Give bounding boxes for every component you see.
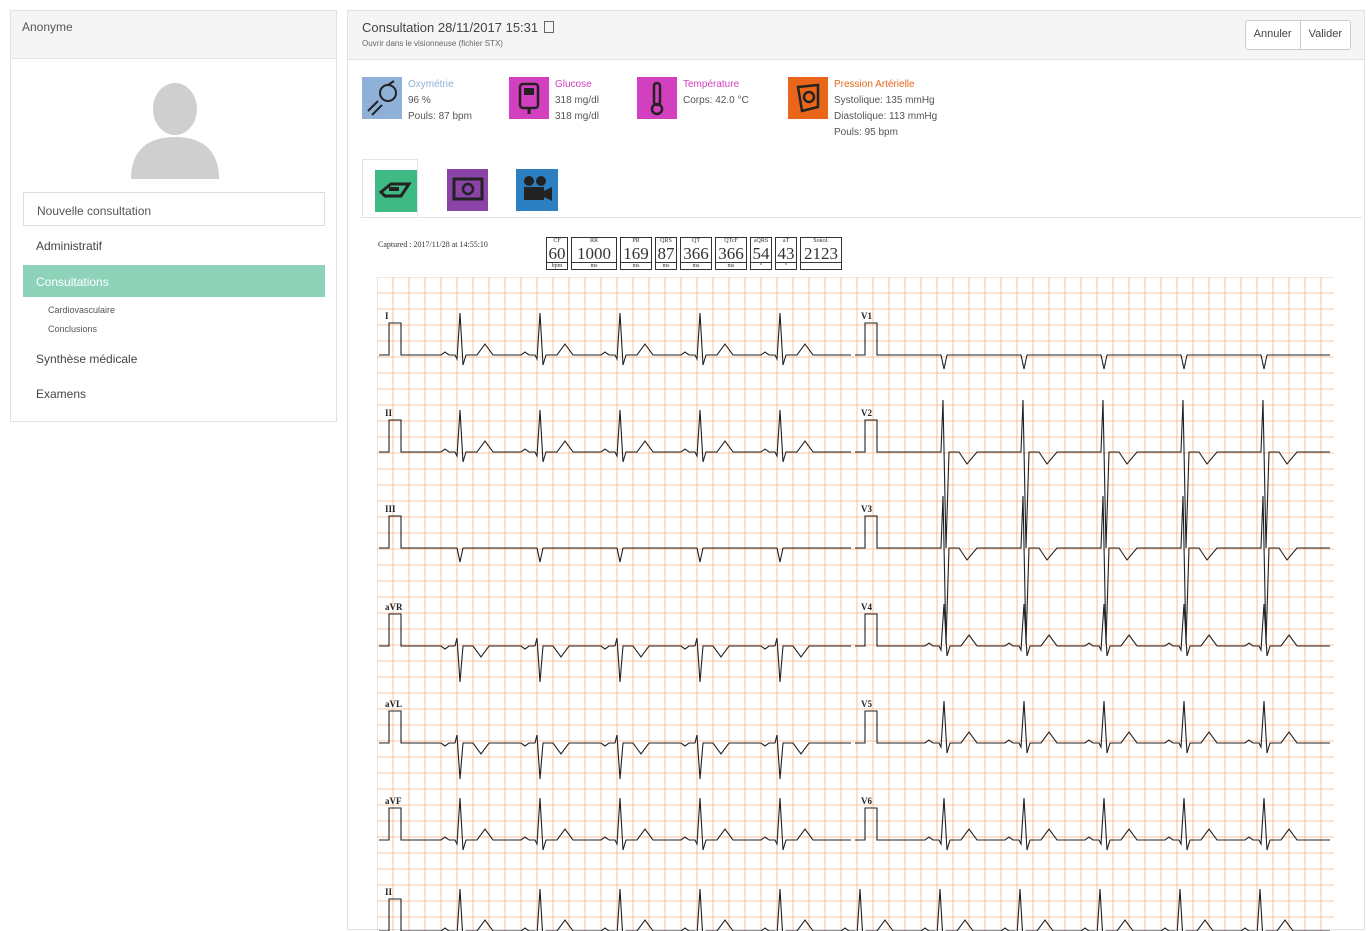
oxymetry-title: Oxymétrie: [408, 79, 454, 90]
ecg-lead-avr: aVR: [379, 602, 851, 683]
video-camera-icon: [516, 169, 558, 211]
temperature-value: Corps: 42.0 °C: [683, 95, 749, 106]
ecg-lead-v2: V2: [855, 399, 1330, 549]
ecg-lead-avf: aVF: [379, 796, 851, 851]
ecg-captured-time: Captured : 2017/11/28 at 14:55:10: [378, 240, 488, 249]
pressure-title: Pression Artérielle: [834, 79, 915, 90]
temperature-title: Température: [683, 79, 740, 90]
oxymetry-value: 96 %: [408, 95, 431, 106]
ecg-measure-unit: ms: [681, 262, 711, 269]
ecg-lead-v6: V6: [855, 796, 1330, 851]
ecg-measure-value: 2123: [804, 244, 838, 263]
ecg-measure-cf: CF 60 bpm: [546, 237, 568, 270]
ecg-lead-label: aVR: [385, 602, 403, 612]
glucometer-icon: [509, 77, 549, 119]
sidebar-subitem-conclusions[interactable]: Conclusions: [48, 324, 97, 334]
sidebar-item-examens[interactable]: Examens: [23, 387, 325, 401]
patient-panel: Anonyme Nouvelle consultation Administra…: [10, 10, 337, 422]
ecg-lead-label: I: [385, 311, 389, 321]
pressure-diastolic: Diastolique: 113 mmHg: [834, 111, 938, 122]
oximeter-icon: [362, 77, 402, 119]
ecg-lead-label: aVL: [385, 699, 402, 709]
open-viewer-link[interactable]: Ouvrir dans le visionneuse (fichier STX): [362, 39, 503, 48]
pressure-systolic: Systolique: 135 mmHg: [834, 95, 935, 106]
ecg-measure-value: 169: [623, 244, 649, 263]
ecg-measure-unit: °: [776, 262, 796, 269]
ecg-measure-unit: ms: [621, 262, 651, 269]
ecg-measure-value: 43: [777, 244, 795, 263]
ecg-lead-label: aVF: [385, 796, 402, 806]
ecg-measure-unit: ms: [572, 262, 616, 269]
ecg-lead-label: V3: [861, 504, 872, 514]
ecg-measure-unit: °: [751, 262, 771, 269]
ecg-measure-unit: ms: [716, 262, 746, 269]
sidebar-item-synthese[interactable]: Synthèse médicale: [23, 352, 325, 366]
consultation-panel: Consultation 28/11/2017 15:31 Ouvrir dan…: [347, 10, 1365, 931]
tab-video[interactable]: [508, 159, 562, 217]
ecg-lead-v5: V5: [855, 699, 1330, 754]
ecg-measure-value: 1000: [577, 244, 611, 263]
sidebar-item-consultations[interactable]: Consultations: [23, 265, 325, 297]
ecg-measure-value: 54: [752, 244, 770, 263]
ecg-lead-label: V2: [861, 408, 872, 418]
consultation-header: Consultation 28/11/2017 15:31 Ouvrir dan…: [348, 11, 1364, 60]
ecg-measure-pr: PR 169 ms: [620, 237, 652, 270]
glucose-value-1: 318 mg/dl: [555, 95, 599, 106]
avatar-icon: [131, 83, 219, 179]
glucose-title: Glucose: [555, 79, 592, 90]
sidebar-item-administratif[interactable]: Administratif: [23, 239, 325, 253]
ecg-lead-label: V4: [861, 602, 872, 612]
validate-button[interactable]: Valider: [1299, 21, 1350, 49]
ecg-lead-ii: II: [379, 887, 1330, 931]
thermometer-icon: [637, 77, 677, 119]
tab-divider: [360, 217, 1362, 218]
ecg-lead-label: V6: [861, 796, 872, 806]
action-buttons: Annuler Valider: [1244, 20, 1351, 50]
tab-photo[interactable]: [434, 159, 489, 217]
ecg-measure-value: 60: [548, 244, 566, 263]
ecg-lead-label: II: [385, 887, 393, 897]
ecg-measure-value: 366: [683, 244, 709, 263]
consultation-title: Consultation 28/11/2017 15:31: [362, 20, 539, 35]
pressure-pulse: Pouls: 95 bpm: [834, 127, 898, 138]
cancel-button[interactable]: Annuler: [1246, 21, 1300, 49]
patient-name: Anonyme: [11, 11, 336, 59]
ecg-tracing: IIIIIIaVRaVLaVFIIV1V2V3V4V5V6: [377, 277, 1334, 931]
ecg-measure-at: aT 43 °: [775, 237, 797, 270]
ecg-lead-avl: aVL: [379, 699, 851, 780]
glucose-value-2: 318 mg/dl: [555, 111, 599, 122]
ecg-measure-aqrs: aQRS 54 °: [750, 237, 772, 270]
ecg-measure-sokol: Sokol. 2123: [800, 237, 842, 270]
ecg-measure-qt: QT 366 ms: [680, 237, 712, 270]
ecg-lead-label: III: [385, 504, 396, 514]
ecg-measure-rr: RR 1000 ms: [571, 237, 617, 270]
ecg-lead-label: V1: [861, 311, 872, 321]
sidebar-subitem-cardiovasculaire[interactable]: Cardiovasculaire: [48, 305, 115, 315]
ecg-lead-ii: II: [379, 408, 851, 463]
oxymetry-pulse: Pouls: 87 bpm: [408, 111, 472, 122]
document-icon[interactable]: [544, 21, 555, 33]
ecg-grid: [377, 277, 1334, 931]
ecg-measure-qrs: QRS 87 ms: [655, 237, 677, 270]
ecg-icon: [375, 170, 417, 212]
ecg-measure-qtcf: QTcF 366 ms: [715, 237, 747, 270]
ecg-lead-v1: V1: [855, 311, 1330, 370]
ecg-measure-unit: ms: [656, 262, 676, 269]
ecg-lead-label: V5: [861, 699, 872, 709]
blood-pressure-icon: [788, 77, 828, 119]
ecg-measure-value: 87: [657, 244, 675, 263]
ecg-lead-v3: V3: [855, 495, 1330, 645]
page-title: Consultation 28/11/2017 15:31: [362, 20, 555, 35]
tab-ecg[interactable]: [362, 159, 418, 218]
ecg-lead-label: II: [385, 408, 393, 418]
camera-icon: [447, 169, 489, 211]
ecg-measure-unit: bpm: [547, 262, 567, 269]
new-consultation-button[interactable]: Nouvelle consultation: [23, 192, 325, 226]
ecg-measure-value: 366: [718, 244, 744, 263]
